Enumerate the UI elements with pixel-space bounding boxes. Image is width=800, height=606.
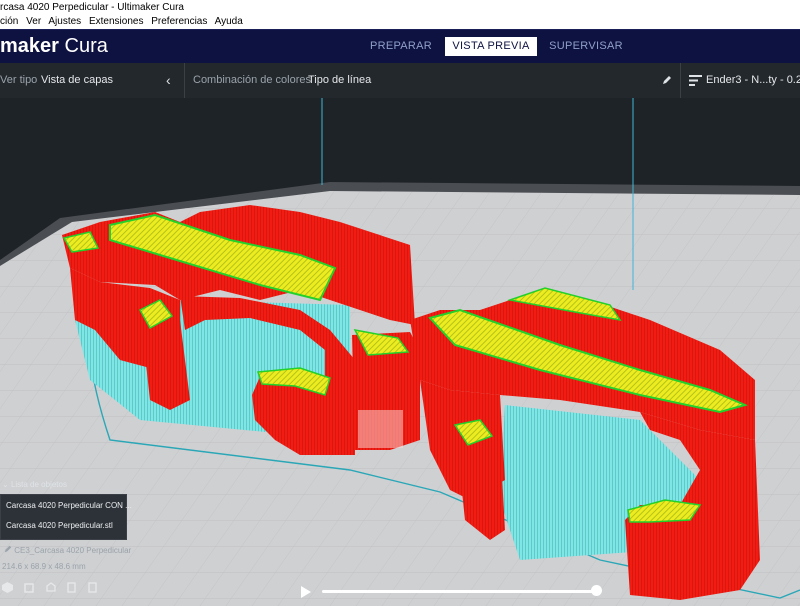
pencil-icon xyxy=(4,545,12,553)
logo-bold-text: maker xyxy=(0,35,59,57)
color-scheme-dropdown[interactable]: Tipo de línea xyxy=(308,63,371,98)
object-list-item[interactable]: Carcasa 4020 Perpedicular.stl xyxy=(6,521,113,530)
job-name: CE3_Carcasa 4020 Perpedicular xyxy=(14,546,132,555)
play-simulation-icon[interactable] xyxy=(301,586,311,598)
window-title-bar: rcasa 4020 Perpedicular - Ultimaker Cura xyxy=(0,0,800,15)
right-view-icon[interactable] xyxy=(87,582,98,593)
menu-item-preferences[interactable]: Preferencias xyxy=(151,16,207,27)
connector-fins xyxy=(358,410,403,448)
tab-monitor[interactable]: SUPERVISAR xyxy=(543,37,629,56)
object-list-title: Lista de objetos xyxy=(10,480,67,489)
front-view-icon[interactable] xyxy=(24,582,35,593)
pencil-icon[interactable] xyxy=(662,63,672,98)
color-scheme-label: Combinación de colores xyxy=(193,74,312,86)
toolbar-divider-2 xyxy=(680,63,681,98)
menu-bar: ción Ver Ajustes Extensiones Preferencia… xyxy=(0,15,800,29)
left-view-icon[interactable] xyxy=(66,582,77,593)
view-toolbar: Ver tipo Vista de capas ‹ Combinación de… xyxy=(0,63,800,99)
view-type-label: Ver tipo xyxy=(0,74,38,86)
layer-slider-track[interactable] xyxy=(322,590,596,593)
connector-part xyxy=(352,328,420,450)
menu-item-extensions[interactable]: Extensiones xyxy=(89,16,143,27)
menu-item-view[interactable]: Ver xyxy=(26,16,41,27)
layer-slider-handle[interactable] xyxy=(590,585,602,596)
stage-header: maker Cura PREPARAR VISTA PREVIA SUPERVI… xyxy=(0,29,800,64)
object-list-item[interactable]: Carcasa 4020 Perpedicular CON ... xyxy=(6,501,132,510)
job-name-row[interactable]: CE3_Carcasa 4020 Perpedicular xyxy=(4,545,131,555)
3d-view-icon[interactable] xyxy=(2,582,13,593)
toolbar-divider xyxy=(184,63,185,98)
menu-item-settings[interactable]: Ajustes xyxy=(48,16,81,27)
tab-prepare[interactable]: PREPARAR xyxy=(360,37,442,56)
top-view-icon[interactable] xyxy=(45,582,56,593)
collapse-chevron-icon[interactable]: ‹ xyxy=(166,63,171,98)
tab-preview[interactable]: VISTA PREVIA xyxy=(445,37,537,56)
app-logo: maker Cura xyxy=(0,35,108,58)
3d-viewport[interactable]: ⌄ Lista de objetos Carcasa 4020 Perpedic… xyxy=(0,98,800,606)
view-type-dropdown[interactable]: Vista de capas xyxy=(41,63,113,98)
printer-settings-icon[interactable] xyxy=(689,63,702,98)
chevron-down-icon: ⌄ xyxy=(2,480,9,489)
model-dimensions: 214.6 x 68.9 x 48.6 mm xyxy=(2,562,86,571)
window-title: rcasa 4020 Perpedicular - Ultimaker Cura xyxy=(0,2,184,13)
object-list: Carcasa 4020 Perpedicular CON ... Carcas… xyxy=(0,494,132,540)
printer-selector[interactable]: Ender3 - N...ty - 0.2m xyxy=(706,63,800,98)
object-list-header[interactable]: ⌄ Lista de objetos xyxy=(2,480,67,489)
logo-light-text: Cura xyxy=(64,35,108,57)
menu-item-help[interactable]: Ayuda xyxy=(215,16,243,27)
menu-item-file[interactable]: ción xyxy=(0,16,18,27)
